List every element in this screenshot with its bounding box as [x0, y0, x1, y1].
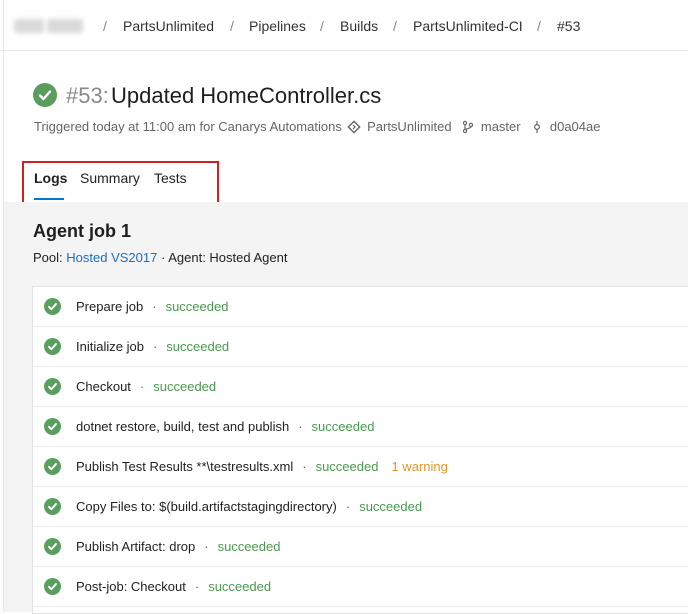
step-name: Publish Test Results **\testresults.xml — [76, 459, 294, 474]
step-name: Post-job: Checkout — [76, 579, 186, 594]
breadcrumb-item-builds[interactable]: Builds — [340, 18, 378, 34]
pool-label: Pool: — [33, 250, 63, 265]
step-row[interactable]: Post-job: Checkout · succeeded — [33, 567, 688, 607]
success-check-icon — [44, 418, 61, 435]
success-check-icon — [44, 338, 61, 355]
step-status: succeeded — [359, 499, 423, 514]
branch-icon — [461, 120, 475, 134]
step-status: succeeded — [165, 299, 229, 314]
step-status: succeeded — [315, 459, 379, 474]
step-name: Checkout — [76, 379, 131, 394]
step-row[interactable]: Checkout · succeeded — [33, 367, 688, 407]
breadcrumb-separator: / — [320, 18, 324, 34]
step-name: Copy Files to: $(build.artifactstagingdi… — [76, 499, 337, 514]
step-status: succeeded — [166, 339, 230, 354]
commit-link[interactable]: d0a04ae — [550, 119, 601, 134]
success-check-icon — [44, 378, 61, 395]
step-separator: · — [194, 579, 200, 594]
breadcrumb-item-pipelines[interactable]: Pipelines — [249, 18, 306, 34]
commit-icon — [530, 120, 544, 134]
step-separator: · — [152, 339, 158, 354]
step-warning-count: 1 warning — [391, 459, 448, 474]
success-check-icon — [44, 538, 61, 555]
step-row[interactable]: Publish Artifact: drop · succeeded — [33, 527, 688, 567]
job-title: Agent job 1 — [33, 221, 131, 241]
repo-link[interactable]: PartsUnlimited — [367, 119, 452, 134]
step-name: Initialize job — [76, 339, 144, 354]
step-separator: · — [302, 459, 307, 474]
pool-separator: · — [160, 250, 166, 265]
step-separator: · — [139, 379, 145, 394]
success-check-icon — [44, 578, 61, 595]
step-status: succeeded — [311, 419, 375, 434]
step-separator: · — [152, 299, 157, 314]
logs-panel: Agent job 1 Pool: Hosted VS2017 · Agent:… — [4, 202, 688, 614]
step-row[interactable]: dotnet restore, build, test and publish ·… — [33, 407, 688, 447]
breadcrumb: / PartsUnlimited / Pipelines / Builds / … — [0, 0, 688, 51]
job-steps-list: Prepare job · succeeded Initialize job · suc… — [32, 286, 688, 614]
tabs-highlight-box — [22, 161, 219, 205]
breadcrumb-separator: / — [230, 18, 234, 34]
blurred-project-name[interactable] — [14, 19, 86, 33]
step-status: succeeded — [153, 379, 217, 394]
success-check-icon — [33, 83, 57, 107]
build-number: #53: — [66, 83, 109, 108]
breadcrumb-separator: / — [103, 18, 107, 34]
step-row[interactable]: Copy Files to: $(build.artifactstagingdi… — [33, 487, 688, 527]
breadcrumb-item-build-number[interactable]: #53 — [557, 18, 580, 34]
success-check-icon — [44, 498, 61, 515]
step-status: succeeded — [208, 579, 272, 594]
breadcrumb-item-pipeline[interactable]: PartsUnlimited-CI — [413, 18, 523, 34]
step-status: succeeded — [217, 539, 281, 554]
repo-icon — [347, 119, 362, 134]
breadcrumb-separator: / — [393, 18, 397, 34]
branch-link[interactable]: master — [481, 119, 521, 134]
build-title: Updated HomeController.cs — [111, 83, 382, 108]
agent-info: Agent: Hosted Agent — [168, 250, 288, 265]
breadcrumb-separator: / — [537, 18, 541, 34]
step-name: dotnet restore, build, test and publish — [76, 419, 290, 434]
success-check-icon — [44, 458, 61, 475]
step-row[interactable]: Publish Test Results **\testresults.xml ·… — [33, 447, 688, 487]
trigger-text: Triggered today at 11:00 am for Canarys … — [34, 119, 342, 135]
step-separator: · — [204, 539, 209, 554]
job-pool-info: Pool: Hosted VS2017 · Agent: Hosted Agen… — [33, 250, 287, 265]
pool-link[interactable]: Hosted VS2017 — [66, 250, 157, 265]
step-row[interactable]: Prepare job · succeeded — [33, 287, 688, 327]
step-separator: · — [298, 419, 303, 434]
step-row[interactable]: Initialize job · succeeded — [33, 327, 688, 367]
step-separator: · — [345, 499, 351, 514]
step-name: Publish Artifact: drop — [76, 539, 196, 554]
step-name: Prepare job — [76, 299, 144, 314]
breadcrumb-item-partsunlimited[interactable]: PartsUnlimited — [123, 18, 214, 34]
success-check-icon — [44, 298, 61, 315]
build-trigger-info: Triggered today at 11:00 am for Canarys … — [34, 118, 600, 136]
